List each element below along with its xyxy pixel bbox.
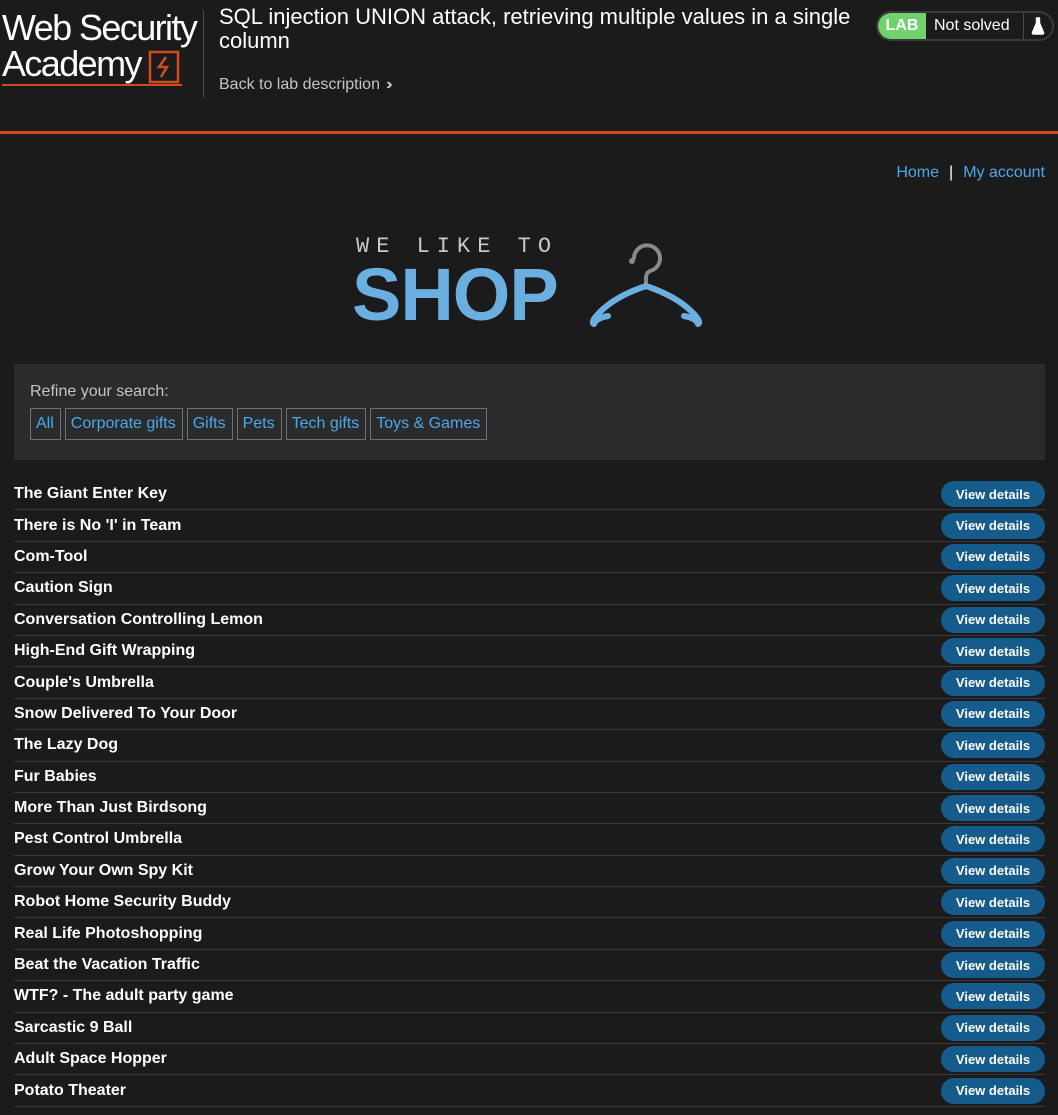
view-details-button[interactable]: View details bbox=[941, 795, 1045, 822]
product-name: There is No 'I' in Team bbox=[14, 516, 182, 534]
logo-line1: Web Security bbox=[2, 7, 198, 48]
view-details-button[interactable]: View details bbox=[941, 700, 1045, 727]
table-row: Caution Sign View details bbox=[14, 573, 1045, 605]
view-details-button[interactable]: View details bbox=[941, 920, 1045, 947]
product-name: More Than Just Birdsong bbox=[14, 799, 207, 817]
table-row: Adult Space Hopper View details bbox=[14, 1044, 1045, 1076]
flask-icon bbox=[1023, 13, 1052, 39]
view-details-button[interactable]: View details bbox=[941, 983, 1045, 1010]
product-name: Couple's Umbrella bbox=[14, 673, 154, 691]
table-row: Sarcastic 9 Ball View details bbox=[14, 1013, 1045, 1045]
header-divider bbox=[203, 10, 204, 98]
double-chevron-right-icon: ›› bbox=[385, 76, 392, 93]
category-tech-gifts[interactable]: Tech gifts bbox=[285, 408, 367, 440]
product-name: Beat the Vacation Traffic bbox=[14, 956, 200, 974]
category-all[interactable]: All bbox=[30, 408, 61, 440]
table-row: Beat the Vacation Traffic View details bbox=[14, 950, 1045, 982]
shop-banner: WE LIKE TO SHOP bbox=[352, 232, 714, 336]
view-details-button[interactable]: View details bbox=[941, 857, 1045, 884]
product-name: Conversation Controlling Lemon bbox=[14, 610, 263, 628]
product-name: Sarcastic 9 Ball bbox=[14, 1018, 133, 1036]
table-row: Pest Control Umbrella View details bbox=[14, 824, 1045, 856]
table-row: The Giant Enter Key View details bbox=[14, 479, 1045, 511]
product-name: Real Life Photoshopping bbox=[14, 924, 203, 942]
product-table: The Giant Enter Key View details There is… bbox=[14, 479, 1045, 1107]
back-link-label: Back to lab description bbox=[219, 76, 380, 93]
lab-badge: LAB bbox=[878, 13, 926, 39]
product-name: The Giant Enter Key bbox=[14, 485, 167, 503]
table-row: Conversation Controlling Lemon View detai… bbox=[14, 605, 1045, 636]
banner-title: SHOP bbox=[352, 253, 559, 336]
view-details-button[interactable]: View details bbox=[941, 1014, 1045, 1041]
filter-panel: Refine your search: All Corporate gifts … bbox=[14, 364, 1045, 460]
lab-status-widget: LAB Not solved bbox=[876, 11, 1054, 41]
table-row: There is No 'I' in Team View details bbox=[14, 510, 1045, 542]
view-details-button[interactable]: View details bbox=[941, 638, 1045, 665]
table-row: Fur Babies View details bbox=[14, 762, 1045, 793]
home-link[interactable]: Home bbox=[896, 164, 939, 182]
category-toys-games[interactable]: Toys & Games bbox=[370, 408, 488, 440]
category-corporate-gifts[interactable]: Corporate gifts bbox=[64, 408, 183, 440]
view-details-button[interactable]: View details bbox=[941, 575, 1045, 602]
view-details-button[interactable]: View details bbox=[941, 543, 1045, 570]
product-name: Potato Theater bbox=[14, 1081, 127, 1099]
lab-status-text: Not solved bbox=[926, 13, 1023, 39]
web-security-academy-logo[interactable]: Web Security Academy bbox=[2, 7, 202, 86]
view-details-button[interactable]: View details bbox=[941, 669, 1045, 696]
table-row: The Lazy Dog View details bbox=[14, 730, 1045, 762]
table-row: Grow Your Own Spy Kit View details bbox=[14, 856, 1045, 888]
view-details-button[interactable]: View details bbox=[941, 889, 1045, 916]
my-account-link[interactable]: My account bbox=[963, 164, 1045, 182]
logo-underline bbox=[2, 84, 182, 86]
hanger-icon bbox=[589, 243, 703, 327]
product-name: Grow Your Own Spy Kit bbox=[14, 861, 193, 879]
view-details-button[interactable]: View details bbox=[941, 606, 1045, 633]
product-name: The Lazy Dog bbox=[14, 736, 119, 754]
back-to-lab-description-link[interactable]: Back to lab description ›› bbox=[219, 76, 392, 94]
table-row: Real Life Photoshopping View details bbox=[14, 918, 1045, 950]
view-details-button[interactable]: View details bbox=[941, 1046, 1045, 1073]
product-name: Fur Babies bbox=[14, 767, 97, 785]
table-row: More Than Just Birdsong View details bbox=[14, 793, 1045, 825]
lab-header: Web Security Academy SQL injection UNION… bbox=[0, 0, 1058, 134]
product-name: Snow Delivered To Your Door bbox=[14, 704, 238, 722]
product-name: High-End Gift Wrapping bbox=[14, 642, 196, 660]
table-row: Robot Home Security Buddy View details bbox=[14, 887, 1045, 919]
refine-label: Refine your search: bbox=[30, 383, 169, 400]
view-details-button[interactable]: View details bbox=[941, 732, 1045, 759]
product-name: Com-Tool bbox=[14, 547, 88, 565]
view-details-button[interactable]: View details bbox=[941, 952, 1045, 979]
table-row: Couple's Umbrella View details bbox=[14, 667, 1045, 699]
view-details-button[interactable]: View details bbox=[941, 826, 1045, 853]
view-details-button[interactable]: View details bbox=[941, 1077, 1045, 1104]
category-pets[interactable]: Pets bbox=[236, 408, 282, 440]
view-details-button[interactable]: View details bbox=[941, 763, 1045, 790]
nav-separator: | bbox=[949, 164, 954, 181]
product-name: Robot Home Security Buddy bbox=[14, 893, 231, 911]
table-row: Potato Theater View details bbox=[14, 1075, 1045, 1107]
table-row: Com-Tool View details bbox=[14, 542, 1045, 574]
product-name: Adult Space Hopper bbox=[14, 1050, 167, 1068]
top-nav: Home | My account bbox=[896, 164, 1045, 182]
logo-bolt-icon bbox=[148, 50, 180, 84]
category-filters: All Corporate gifts Gifts Pets Tech gift… bbox=[30, 408, 1029, 440]
lab-title: SQL injection UNION attack, retrieving m… bbox=[219, 4, 851, 53]
category-gifts[interactable]: Gifts bbox=[186, 408, 233, 440]
product-name: Caution Sign bbox=[14, 579, 113, 597]
table-row: WTF? - The adult party game View details bbox=[14, 981, 1045, 1013]
view-details-button[interactable]: View details bbox=[941, 512, 1045, 539]
table-row: Snow Delivered To Your Door View details bbox=[14, 699, 1045, 731]
product-name: WTF? - The adult party game bbox=[14, 987, 234, 1005]
view-details-button[interactable]: View details bbox=[941, 481, 1045, 508]
product-name: Pest Control Umbrella bbox=[14, 830, 183, 848]
table-row: High-End Gift Wrapping View details bbox=[14, 636, 1045, 668]
logo-line2: Academy bbox=[2, 43, 142, 84]
